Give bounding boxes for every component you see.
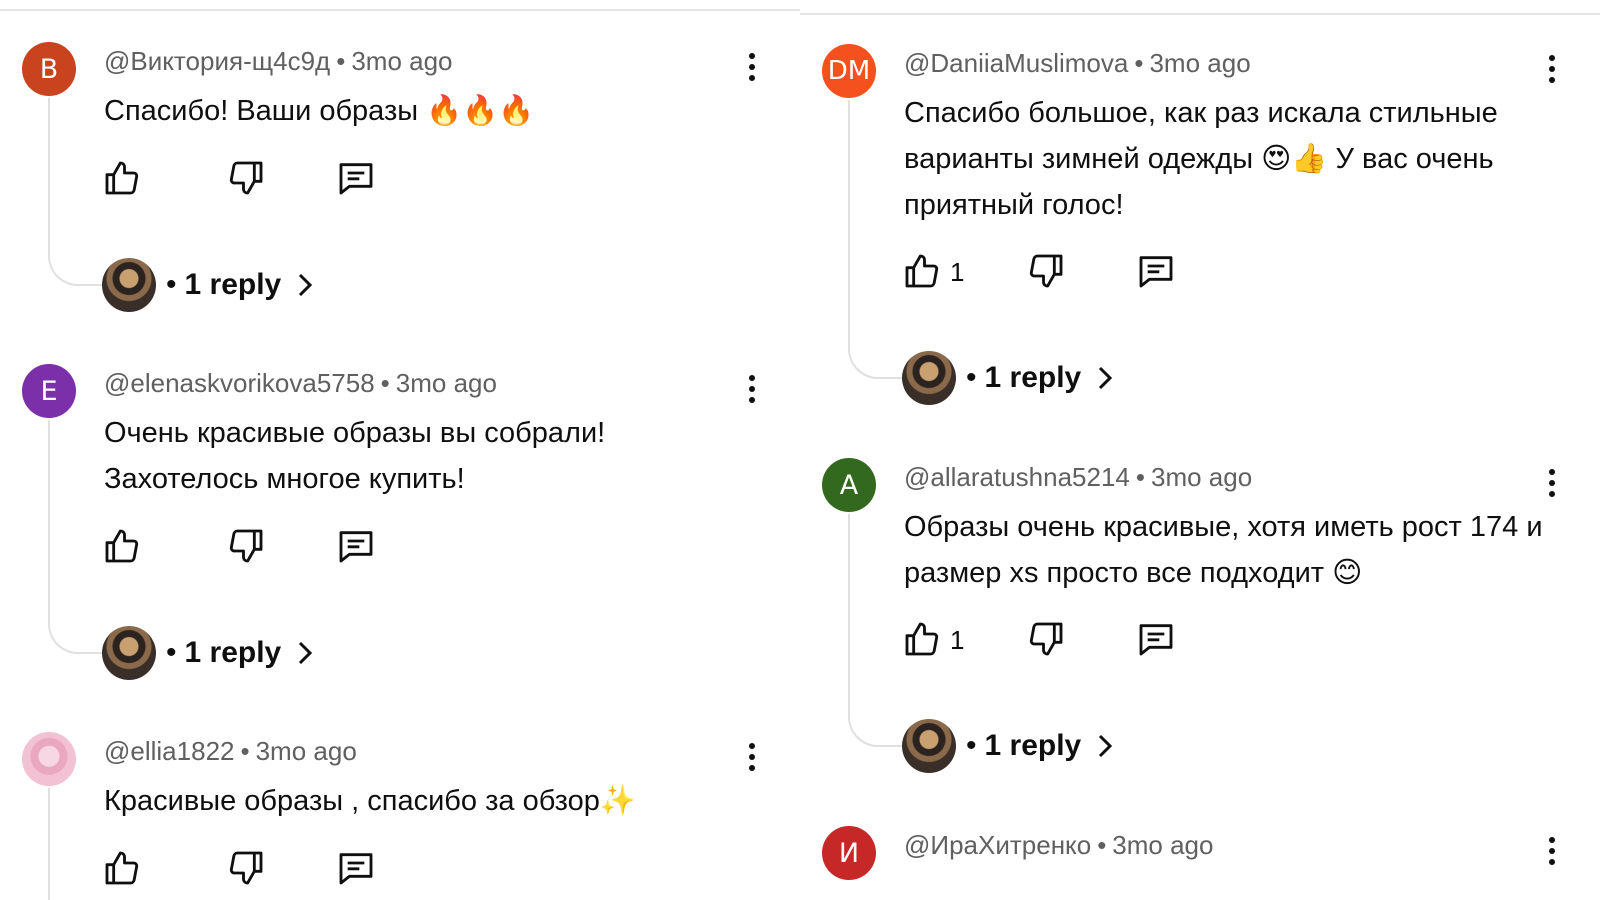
comment-text: Образы очень красивые, хотя иметь рост 1… xyxy=(904,511,1543,589)
thumbs-down-icon xyxy=(1029,254,1063,288)
author-name[interactable]: @allaratushna5214 xyxy=(904,462,1130,492)
like-button[interactable] xyxy=(102,158,142,198)
comment-meta: @DaniiaMuslimova • 3mo ago xyxy=(904,48,1251,78)
thread-line xyxy=(848,514,906,747)
more-options-icon[interactable] xyxy=(744,50,760,90)
comment-icon xyxy=(339,163,373,195)
comment-meta: @ИраХитренко • 3mo ago xyxy=(904,830,1214,860)
more-options-icon[interactable] xyxy=(1544,52,1560,92)
comment-time[interactable]: 3mo ago xyxy=(1112,830,1213,860)
dislike-button[interactable] xyxy=(226,848,266,888)
thumbs-up-icon xyxy=(905,622,939,656)
comment-icon xyxy=(339,531,373,563)
thread-line xyxy=(848,100,906,379)
comment-time[interactable]: 3mo ago xyxy=(396,368,497,398)
comment-meta: @Виктория-щ4с9д • 3mo ago xyxy=(104,46,453,76)
comment-meta: @elenaskvorikova5758 • 3mo ago xyxy=(104,368,497,398)
reply-count: 1 reply xyxy=(184,636,282,669)
more-options-icon[interactable] xyxy=(1544,834,1560,874)
like-count: 1 xyxy=(950,257,965,287)
like-count: 1 xyxy=(950,625,965,655)
comment-text: Спасибо! Ваши образы 🔥🔥🔥 xyxy=(104,95,535,127)
chevron-right-icon xyxy=(298,273,313,297)
comment-meta: @allaratushna5214 • 3mo ago xyxy=(904,462,1253,492)
author-name[interactable]: @elenaskvorikova5758 xyxy=(104,368,375,398)
thumbs-down-icon xyxy=(229,161,263,195)
comments-column-left: В @Виктория-щ4с9д • 3mo ago Спасибо! Ваши … xyxy=(0,0,800,900)
like-button[interactable] xyxy=(902,251,942,291)
avatar[interactable]: DM xyxy=(822,44,876,98)
more-options-icon[interactable] xyxy=(744,740,760,780)
comment-icon xyxy=(1139,624,1173,656)
comment-time[interactable]: 3mo ago xyxy=(256,736,357,766)
thumbs-up-icon xyxy=(105,161,139,195)
more-options-icon[interactable] xyxy=(744,372,760,412)
avatar[interactable]: В xyxy=(22,42,76,96)
chevron-right-icon xyxy=(298,641,313,665)
author-name[interactable]: @Виктория-щ4с9д xyxy=(104,46,330,76)
comment-text: Спасибо большое, как раз искала стильные… xyxy=(904,97,1498,221)
avatar[interactable]: E xyxy=(22,364,76,418)
dislike-button[interactable] xyxy=(226,526,266,566)
chevron-right-icon xyxy=(1098,366,1113,390)
like-button[interactable] xyxy=(102,526,142,566)
more-options-icon[interactable] xyxy=(1544,466,1560,506)
thumbs-up-icon xyxy=(105,529,139,563)
reply-avatar xyxy=(102,626,156,680)
comment-icon xyxy=(339,853,373,885)
author-name[interactable]: @ellia1822 xyxy=(104,736,234,766)
like-button[interactable] xyxy=(902,619,942,659)
thumbs-down-icon xyxy=(229,529,263,563)
comment-icon xyxy=(1139,256,1173,288)
dislike-button[interactable] xyxy=(1026,619,1066,659)
comment-time[interactable]: 3mo ago xyxy=(1151,462,1252,492)
reply-count: 1 reply xyxy=(984,361,1082,394)
reply-button[interactable] xyxy=(336,848,376,888)
dislike-button[interactable] xyxy=(1026,251,1066,291)
dislike-button[interactable] xyxy=(226,158,266,198)
reply-avatar xyxy=(102,258,156,312)
reply-button[interactable] xyxy=(1136,619,1176,659)
author-name[interactable]: @ИраХитренко xyxy=(904,830,1091,860)
comment-text: Красивые образы , спасибо за обзор✨ xyxy=(104,785,637,817)
comment-time[interactable]: 3mo ago xyxy=(351,46,452,76)
reply-count: 1 reply xyxy=(984,729,1082,762)
thumbs-down-icon xyxy=(1029,622,1063,656)
thumbs-up-icon xyxy=(105,851,139,885)
thread-line xyxy=(48,788,50,900)
avatar[interactable]: A xyxy=(822,458,876,512)
reply-count: 1 reply xyxy=(184,268,282,301)
thread-line xyxy=(48,98,106,286)
author-name[interactable]: @DaniiaMuslimova xyxy=(904,48,1128,78)
reply-button[interactable] xyxy=(336,526,376,566)
thread-line xyxy=(48,420,106,654)
comment-text: Очень красивые образы вы собрали! Захоте… xyxy=(104,417,606,495)
comments-column-right: DM @DaniiaMuslimova • 3mo ago Спасибо боль… xyxy=(800,0,1600,900)
like-button[interactable] xyxy=(102,848,142,888)
thumbs-up-icon xyxy=(905,254,939,288)
comment-time[interactable]: 3mo ago xyxy=(1149,48,1250,78)
reply-button[interactable] xyxy=(336,158,376,198)
chevron-right-icon xyxy=(1098,734,1113,758)
avatar[interactable] xyxy=(22,732,76,786)
thumbs-down-icon xyxy=(229,851,263,885)
reply-avatar xyxy=(902,351,956,405)
reply-button[interactable] xyxy=(1136,251,1176,291)
comment-meta: @ellia1822 • 3mo ago xyxy=(104,736,357,766)
reply-avatar xyxy=(902,719,956,773)
avatar[interactable]: И xyxy=(822,826,876,880)
